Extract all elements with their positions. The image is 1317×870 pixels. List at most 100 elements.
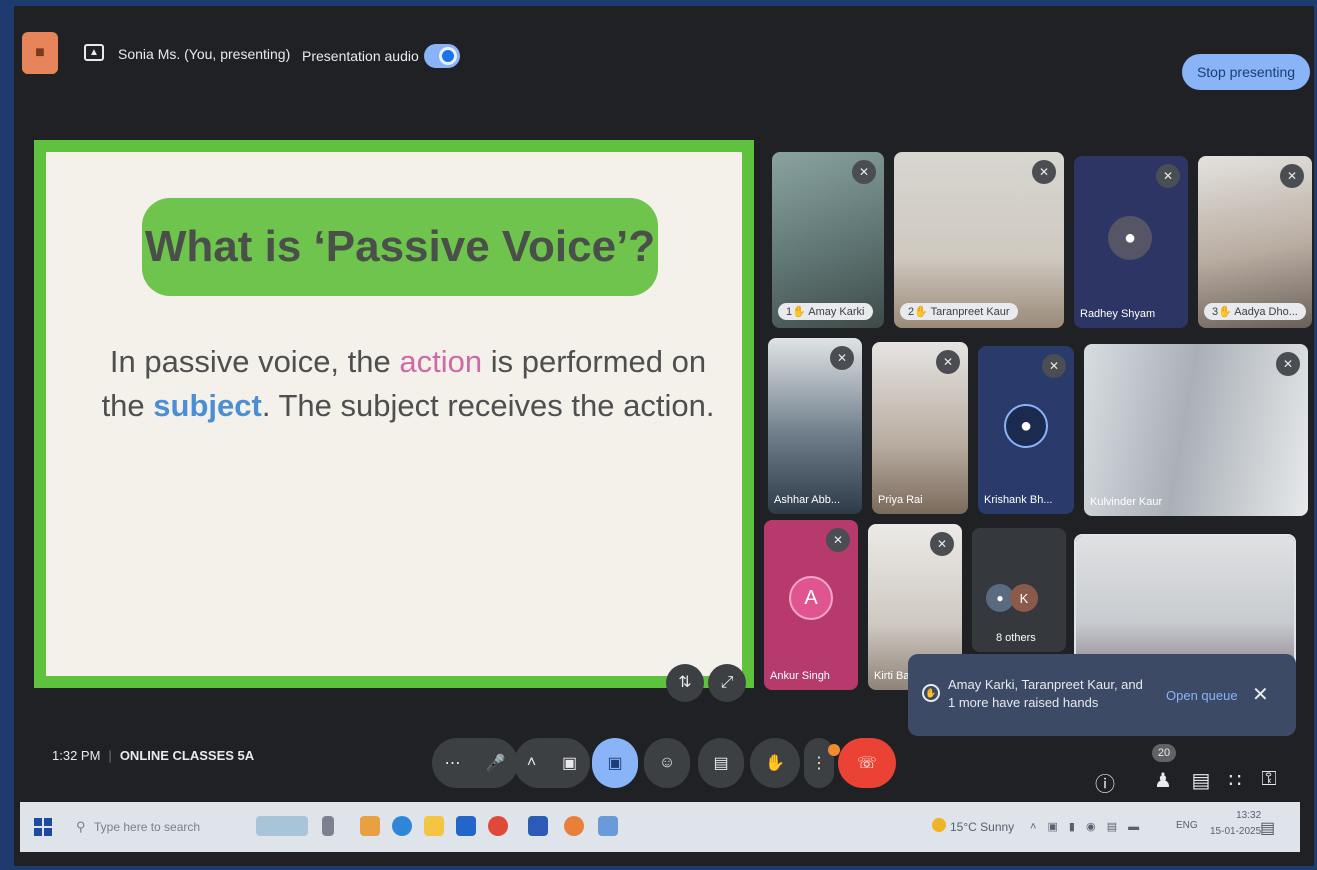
slide-text: In passive voice, the — [109, 344, 400, 379]
meeting-time: 1:32 PM — [52, 748, 101, 763]
windows-start-icon[interactable] — [34, 818, 52, 836]
chat-icon[interactable]: ▤ — [1188, 768, 1214, 793]
slide-body: In passive voice, the action is performe… — [98, 340, 718, 428]
search-icon: ⚲ — [76, 819, 86, 834]
file-explorer-icon[interactable] — [424, 816, 444, 836]
edge-icon[interactable] — [392, 816, 412, 836]
participant-tile[interactable]: A ✕ Ankur Singh — [764, 520, 858, 690]
participant-name: Ankur Singh — [770, 670, 830, 682]
participant-tile[interactable]: ✕ Ashhar Abb... — [768, 338, 862, 514]
present-icon: ▣ — [607, 755, 623, 772]
clock-time: 13:32 — [1236, 810, 1262, 821]
participant-tile[interactable]: ✕ 3✋ Aadya Dho... — [1198, 156, 1312, 328]
participant-tile[interactable]: ✕ 1✋ Amay Karki — [772, 152, 884, 328]
meeting-details: 1:32 PM | ONLINE CLASSES 5A — [52, 748, 254, 763]
avatar: K — [1010, 584, 1038, 612]
presentation-audio-toggle[interactable] — [424, 44, 460, 68]
more-vert-icon: ⋮ — [811, 755, 827, 772]
present-now-button[interactable]: ▣ — [592, 738, 638, 788]
participant-tile[interactable]: ● ✕ Krishank Bh... — [978, 346, 1074, 514]
raised-hands-toast: ✋ Amay Karki, Taranpreet Kaur, and 1 mor… — [908, 654, 1296, 736]
mic-off-icon: ✕ — [1156, 164, 1180, 188]
notifications-icon[interactable]: ▤ — [1260, 818, 1275, 838]
participant-name: Radhey Shyam — [1080, 308, 1156, 320]
mic-off-icon: ✕ — [930, 532, 954, 556]
emoji-icon: ☺ — [658, 754, 676, 771]
end-call-icon: ☏ — [856, 755, 877, 772]
leave-call-button[interactable]: ☏ — [838, 738, 896, 788]
participant-tile[interactable]: ✕ Kulvinder Kaur — [1084, 344, 1308, 516]
camera-icon[interactable]: ▣ — [562, 753, 577, 773]
hand-icon: ✋ — [765, 755, 785, 772]
others-tile[interactable]: ● K 8 others — [972, 528, 1066, 652]
others-count: 8 others — [996, 632, 1036, 644]
app-icon[interactable] — [598, 816, 618, 836]
slide-text: . The subject receives the action. — [261, 388, 715, 423]
participant-tile[interactable]: ● ✕ Radhey Shyam — [1074, 156, 1188, 328]
system-tray[interactable]: ˄ ▣ ▮ ◉ ▤ ▬ — [1030, 820, 1143, 833]
participant-name: Krishank Bh... — [984, 494, 1053, 506]
mic-control[interactable]: ⋯ 🎤 — [432, 738, 518, 788]
participant-tile[interactable]: ✕ Priya Rai — [872, 342, 968, 514]
highlight-action: action — [399, 344, 483, 379]
captions-icon: ▤ — [713, 755, 729, 772]
word-icon[interactable] — [528, 816, 548, 836]
participant-name: Priya Rai — [878, 494, 923, 506]
open-queue-link[interactable]: Open queue — [1166, 688, 1238, 703]
mic-off-icon: ✕ — [826, 528, 850, 552]
activities-icon[interactable]: ∷ — [1222, 768, 1248, 793]
presenter-name: Sonia Ms. (You, presenting) — [118, 46, 291, 62]
mic-off-icon: ✕ — [936, 350, 960, 374]
mic-off-icon: ✕ — [1276, 352, 1300, 376]
task-view-icon[interactable] — [322, 816, 334, 836]
unpin-icon[interactable]: ⇅ — [666, 664, 704, 702]
mic-off-icon: ✕ — [1032, 160, 1056, 184]
participant-video — [1084, 344, 1308, 516]
logo-pane — [44, 818, 52, 826]
logo-pane — [34, 818, 42, 826]
mic-off-icon: ✕ — [1042, 354, 1066, 378]
reactions-button[interactable]: ☺ — [644, 738, 690, 788]
windows-taskbar: ⚲ Type here to search 15°C Sunny ˄ ▣ ▮ ◉ … — [20, 802, 1300, 852]
weather-text[interactable]: 15°C Sunny — [950, 820, 1014, 834]
meeting-info-icon[interactable]: ⓘ — [1092, 768, 1118, 797]
taskbar-clock[interactable]: 13:32 15-01-2025 — [1210, 808, 1261, 840]
fullscreen-icon[interactable]: ⤢ — [708, 664, 746, 702]
more-options-icon[interactable]: ⋯ — [445, 753, 461, 773]
camera-control[interactable]: ˄ ▣ — [514, 738, 590, 788]
search-placeholder: Type here to search — [94, 820, 201, 834]
meet-window: ■ ▲ Sonia Ms. (You, presenting) Presenta… — [14, 6, 1314, 866]
people-icon[interactable]: ♟ — [1150, 768, 1176, 793]
news-widget[interactable] — [256, 816, 308, 836]
divider: | — [108, 748, 112, 763]
avatar: ● — [1108, 216, 1152, 260]
toggle-knob — [439, 47, 457, 65]
host-controls-icon[interactable]: ⚿ — [1256, 768, 1282, 791]
app-icon[interactable] — [360, 816, 380, 836]
logo-pane — [34, 828, 42, 836]
mic-off-icon: ✕ — [1280, 164, 1304, 188]
participant-name: Ashhar Abb... — [774, 494, 841, 506]
taskbar-search[interactable]: ⚲ Type here to search — [72, 810, 242, 844]
chrome-icon[interactable] — [488, 816, 508, 836]
meeting-name[interactable]: ONLINE CLASSES 5A — [120, 748, 254, 763]
outlook-icon[interactable] — [456, 816, 476, 836]
raise-hand-button[interactable]: ✋ — [750, 738, 800, 788]
chrome-profile-icon[interactable] — [564, 816, 584, 836]
mic-off-icon: ✕ — [852, 160, 876, 184]
slide-text: the — [101, 388, 154, 423]
presentation-slide: What is ‘Passive Voice’? In passive voic… — [34, 140, 754, 688]
stop-presenting-button[interactable]: Stop presenting — [1182, 54, 1310, 90]
chevron-up-icon[interactable]: ˄ — [527, 754, 536, 772]
captions-button[interactable]: ▤ — [698, 738, 744, 788]
avatar: A — [789, 576, 833, 620]
microphone-icon[interactable]: 🎤 — [486, 753, 506, 773]
people-count-badge: 20 — [1152, 744, 1176, 762]
close-icon[interactable]: ✕ — [1252, 682, 1269, 707]
language-indicator[interactable]: ENG — [1176, 820, 1198, 831]
highlight-subject: subject — [153, 388, 262, 423]
participant-tile[interactable]: ✕ 2✋ Taranpreet Kaur — [894, 152, 1064, 328]
present-screen-icon: ▲ — [84, 44, 104, 61]
meet-app-icon[interactable]: ■ — [22, 32, 58, 74]
presentation-audio-label: Presentation audio — [302, 48, 419, 64]
